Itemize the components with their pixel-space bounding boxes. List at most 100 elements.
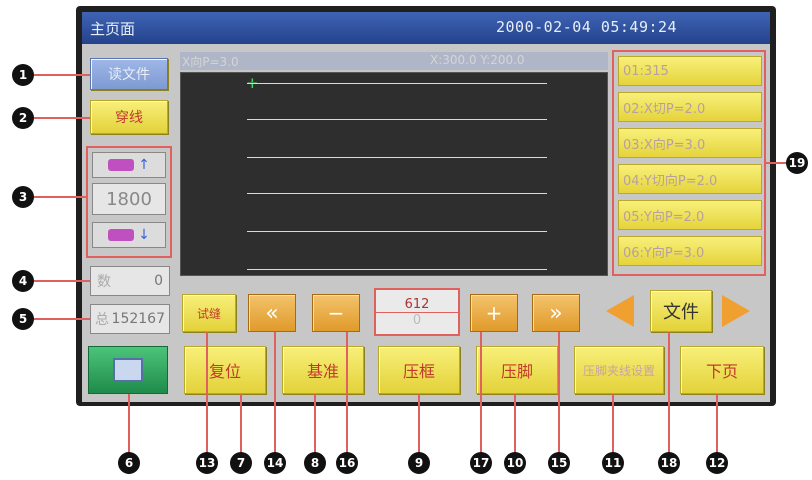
stitch-offset: 0 bbox=[412, 312, 422, 328]
callout-leader bbox=[480, 332, 482, 454]
page-title: 主页面 bbox=[90, 20, 136, 38]
foot-clip-setting-label: 压脚夹线设置 bbox=[582, 363, 655, 378]
callout-leader bbox=[418, 394, 420, 454]
stitch-line bbox=[247, 193, 547, 194]
plot-info-bar: X向P=3.0 X:300.0 Y:200.0 bbox=[180, 52, 608, 70]
callout-leader bbox=[34, 74, 90, 76]
thread-button[interactable]: 穿线 bbox=[90, 100, 168, 134]
reset-button[interactable]: 复位 bbox=[184, 346, 266, 394]
callout-marker: 16 bbox=[336, 452, 358, 474]
fast-back-button[interactable]: « bbox=[248, 294, 296, 332]
next-file-button[interactable] bbox=[716, 290, 756, 332]
callout-marker: 2 bbox=[12, 107, 34, 129]
file-button[interactable]: 文件 bbox=[650, 290, 712, 332]
thread-label: 穿线 bbox=[115, 110, 143, 126]
frame-label: 压框 bbox=[402, 362, 435, 381]
trial-sew-button[interactable]: 试缝 bbox=[182, 294, 236, 332]
param-item-1[interactable]: 01:315 bbox=[618, 56, 762, 86]
plus-icon: + bbox=[485, 301, 503, 325]
computer-icon bbox=[113, 358, 143, 382]
speed-up-button[interactable]: ↑ bbox=[92, 152, 166, 178]
stitch-counter: 612 0 bbox=[374, 288, 460, 336]
fast-forward-icon: » bbox=[549, 300, 563, 326]
callout-marker: 15 bbox=[548, 452, 570, 474]
stitch-line bbox=[247, 157, 547, 158]
step-forward-button[interactable]: + bbox=[470, 294, 518, 332]
prev-file-button[interactable] bbox=[600, 290, 640, 332]
origin-button[interactable]: 基准 bbox=[282, 346, 364, 394]
callout-marker: 7 bbox=[230, 452, 252, 474]
speed-icon bbox=[108, 229, 135, 241]
callout-leader bbox=[668, 332, 670, 454]
pattern-preview: ✛ bbox=[180, 72, 608, 276]
presser-foot-label: 压脚 bbox=[500, 362, 533, 381]
next-page-button[interactable]: 下页 bbox=[680, 346, 764, 394]
piece-counter-prefix: 数 bbox=[97, 274, 111, 290]
param-item-5[interactable]: 05:Y向P=2.0 bbox=[618, 200, 762, 230]
triangle-right-icon bbox=[722, 295, 750, 327]
callout-leader bbox=[128, 394, 130, 454]
total-counter-value: 152167 bbox=[111, 311, 165, 327]
callout-marker: 11 bbox=[602, 452, 624, 474]
callout-marker: 18 bbox=[658, 452, 680, 474]
fast-forward-button[interactable]: » bbox=[532, 294, 580, 332]
callout-leader bbox=[314, 394, 316, 454]
speed-value: 1800 bbox=[92, 183, 166, 215]
stitch-line bbox=[247, 83, 547, 84]
speed-down-button[interactable]: ↓ bbox=[92, 222, 166, 248]
file-label: 文件 bbox=[663, 302, 699, 323]
callout-leader bbox=[716, 394, 718, 454]
stitch-line bbox=[247, 269, 547, 270]
callout-marker: 17 bbox=[470, 452, 492, 474]
total-counter-prefix: 总 bbox=[95, 312, 109, 328]
callout-leader bbox=[240, 394, 242, 454]
triangle-left-icon bbox=[606, 295, 634, 327]
speed-icon bbox=[108, 159, 135, 171]
callout-marker: 1 bbox=[12, 64, 34, 86]
param-item-6[interactable]: 06:Y向P=3.0 bbox=[618, 236, 762, 266]
read-file-button[interactable]: 读文件 bbox=[90, 58, 168, 90]
stitch-line bbox=[247, 231, 547, 232]
minus-icon: − bbox=[327, 301, 345, 325]
callout-marker: 19 bbox=[786, 152, 808, 174]
callout-marker: 3 bbox=[12, 186, 34, 208]
title-bar: 主页面 2000-02-04 05:49:24 bbox=[82, 12, 770, 44]
callout-leader bbox=[514, 394, 516, 454]
next-page-label: 下页 bbox=[705, 362, 738, 381]
plot-info-right: X:300.0 Y:200.0 bbox=[430, 53, 525, 67]
callout-marker: 6 bbox=[118, 452, 140, 474]
clock: 2000-02-04 05:49:24 bbox=[496, 18, 678, 36]
callout-marker: 8 bbox=[304, 452, 326, 474]
foot-clip-setting-button[interactable]: 压脚夹线设置 bbox=[574, 346, 664, 394]
callout-leader bbox=[34, 318, 90, 320]
step-back-button[interactable]: − bbox=[312, 294, 360, 332]
stitch-line bbox=[247, 119, 547, 120]
piece-counter[interactable]: 数 0 bbox=[90, 266, 170, 296]
presser-foot-button[interactable]: 压脚 bbox=[476, 346, 558, 394]
frame-button[interactable]: 压框 bbox=[378, 346, 460, 394]
piece-counter-value: 0 bbox=[154, 273, 163, 289]
callout-marker: 14 bbox=[264, 452, 286, 474]
total-counter[interactable]: 总 152167 bbox=[90, 304, 170, 334]
callout-leader bbox=[34, 117, 90, 119]
callout-leader bbox=[346, 332, 348, 454]
param-item-4[interactable]: 04:Y切向P=2.0 bbox=[618, 164, 762, 194]
callout-marker: 10 bbox=[504, 452, 526, 474]
fast-back-icon: « bbox=[265, 300, 279, 326]
origin-label: 基准 bbox=[306, 362, 339, 381]
needle-position-icon: ✛ bbox=[247, 77, 258, 92]
callout-leader bbox=[206, 332, 208, 454]
param-item-3[interactable]: 03:X向P=3.0 bbox=[618, 128, 762, 158]
callout-marker: 12 bbox=[706, 452, 728, 474]
read-file-label: 读文件 bbox=[108, 67, 150, 83]
callout-leader bbox=[612, 394, 614, 454]
stitch-current: 612 bbox=[376, 297, 458, 313]
callout-marker: 4 bbox=[12, 270, 34, 292]
param-item-2[interactable]: 02:X切P=2.0 bbox=[618, 92, 762, 122]
home-button[interactable] bbox=[88, 346, 168, 394]
arrow-up-icon: ↑ bbox=[138, 157, 150, 173]
reset-label: 复位 bbox=[208, 362, 241, 381]
callout-marker: 9 bbox=[408, 452, 430, 474]
arrow-down-icon: ↓ bbox=[138, 227, 150, 243]
callout-marker: 13 bbox=[196, 452, 218, 474]
